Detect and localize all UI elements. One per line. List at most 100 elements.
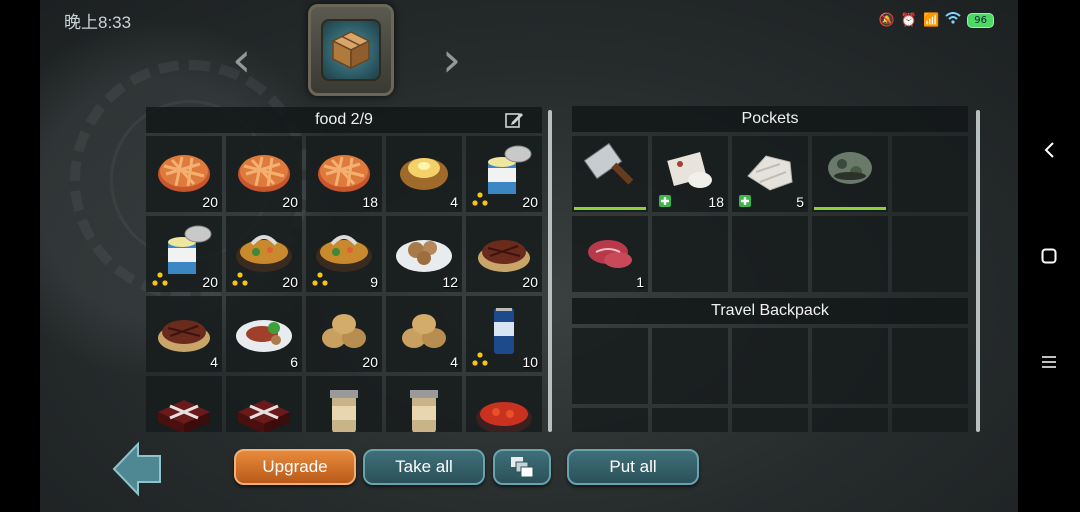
potatoes-icon [402, 314, 446, 348]
radiation-icon [472, 352, 488, 366]
container-slot[interactable] [146, 376, 222, 432]
edit-icon[interactable] [504, 110, 524, 130]
back-arrow-icon[interactable] [112, 440, 162, 498]
pocket-slot[interactable] [812, 216, 888, 292]
item-quantity: 5 [796, 194, 804, 210]
backpack-slot[interactable] [732, 328, 808, 404]
container-selector[interactable] [308, 4, 394, 96]
container-slot[interactable]: 18 [306, 136, 382, 212]
container-slot[interactable]: 20 [466, 136, 542, 212]
container-slot[interactable]: 20 [146, 136, 222, 212]
container-slot[interactable] [386, 376, 462, 432]
signal-icon: 📶 [923, 12, 940, 28]
container-slot[interactable] [226, 376, 302, 432]
status-bar: 晚上8:33 🔕 ⏰ 📶 96 [40, 0, 1018, 40]
backpack-slot[interactable] [652, 328, 728, 404]
container-slot[interactable]: 20 [226, 136, 302, 212]
pocket-slot[interactable]: 1 [572, 216, 648, 292]
container-slot[interactable]: 20 [466, 216, 542, 292]
nav-menu-icon[interactable] [1018, 342, 1080, 382]
nav-home-icon[interactable] [1018, 236, 1080, 276]
item-quantity: 12 [442, 274, 458, 290]
system-navigation-bar [1018, 0, 1080, 512]
item-quantity: 18 [362, 194, 378, 210]
battery-icon: 96 [967, 12, 994, 28]
backpack-grid [572, 328, 972, 432]
backpack-slot[interactable] [892, 408, 968, 432]
backpack-slot[interactable] [652, 408, 728, 432]
item-quantity: 1 [636, 274, 644, 290]
pockets-grid: 18 5 1 [572, 136, 972, 294]
container-slot[interactable]: 9 [306, 216, 382, 292]
pockets-title: Pockets [741, 110, 799, 127]
radiation-icon [232, 272, 248, 286]
backpack-header: Travel Backpack [572, 298, 968, 324]
pocket-slot[interactable] [652, 216, 728, 292]
pocket-slot[interactable]: 18 [652, 136, 728, 212]
prev-container-arrow-icon[interactable]: ‹ [232, 36, 251, 84]
bandage-icon [667, 152, 712, 188]
pocket-slot[interactable] [892, 216, 968, 292]
wooden-crate-icon [331, 31, 371, 70]
cleaver-icon [583, 142, 634, 185]
container-slot[interactable]: 12 [386, 216, 462, 292]
container-slot[interactable]: 4 [146, 296, 222, 372]
stack-items-button[interactable] [493, 449, 551, 485]
next-container-arrow-icon[interactable]: › [442, 36, 461, 84]
canned-milk-icon [168, 225, 212, 274]
status-icons: 🔕 ⏰ 📶 96 [879, 12, 994, 28]
pockets-header: Pockets [572, 106, 968, 132]
backpack-slot[interactable] [892, 328, 968, 404]
radiation-icon [312, 272, 328, 286]
crayfish-bowl-icon [476, 402, 532, 432]
backpack-title: Travel Backpack [711, 302, 829, 319]
item-quantity: 20 [282, 194, 298, 210]
backpack-slot[interactable] [572, 328, 648, 404]
pocket-slot[interactable] [812, 136, 888, 212]
item-quantity: 6 [290, 354, 298, 370]
container-slot[interactable]: 20 [306, 296, 382, 372]
backpack-slot[interactable] [812, 408, 888, 432]
container-slot[interactable]: 10 [466, 296, 542, 372]
backpack-slot[interactable] [732, 408, 808, 432]
clock: 晚上8:33 [64, 12, 132, 32]
potatoes-icon [322, 314, 366, 348]
chocolate-box-icon [238, 400, 290, 432]
backpack-slot[interactable] [572, 408, 648, 432]
stew-icon [236, 235, 292, 272]
radiation-icon [152, 272, 168, 286]
pie-icon [158, 155, 210, 192]
container-slot[interactable]: 20 [226, 216, 302, 292]
canned-milk-icon [488, 145, 532, 194]
raw-meat-icon [588, 240, 632, 268]
container-slot[interactable]: 4 [386, 136, 462, 212]
nav-back-icon[interactable] [1018, 130, 1080, 170]
pocket-slot[interactable]: 5 [732, 136, 808, 212]
upgrade-button[interactable]: Upgrade [234, 449, 356, 485]
pocket-slot[interactable] [732, 216, 808, 292]
container-slot[interactable]: 4 [386, 296, 462, 372]
steak-plate-icon [236, 320, 292, 352]
inventory-scrollbar[interactable] [976, 110, 980, 432]
container-slot[interactable]: 20 [146, 216, 222, 292]
steak-icon [478, 240, 530, 272]
take-all-button[interactable]: Take all [363, 449, 485, 485]
jar-icon [410, 390, 438, 432]
medkit-icon [659, 195, 671, 207]
durability-bar [574, 207, 646, 210]
item-quantity: 20 [202, 194, 218, 210]
container-slot[interactable]: 6 [226, 296, 302, 372]
pocket-slot[interactable] [572, 136, 648, 212]
mushroom-plate-icon [396, 240, 452, 272]
container-slot[interactable] [466, 376, 542, 432]
durability-bar [814, 207, 886, 210]
pocket-slot[interactable] [892, 136, 968, 212]
alarm-icon: ⏰ [900, 12, 918, 28]
backpack-slot[interactable] [812, 328, 888, 404]
container-scrollbar[interactable] [548, 110, 552, 432]
stack-icon [511, 457, 534, 478]
container-slot[interactable] [306, 376, 382, 432]
item-quantity: 18 [708, 194, 724, 210]
game-screen: 晚上8:33 🔕 ⏰ 📶 96 ‹ › food 2/9 20 20 18 4 … [40, 0, 1018, 512]
put-all-button[interactable]: Put all [567, 449, 699, 485]
